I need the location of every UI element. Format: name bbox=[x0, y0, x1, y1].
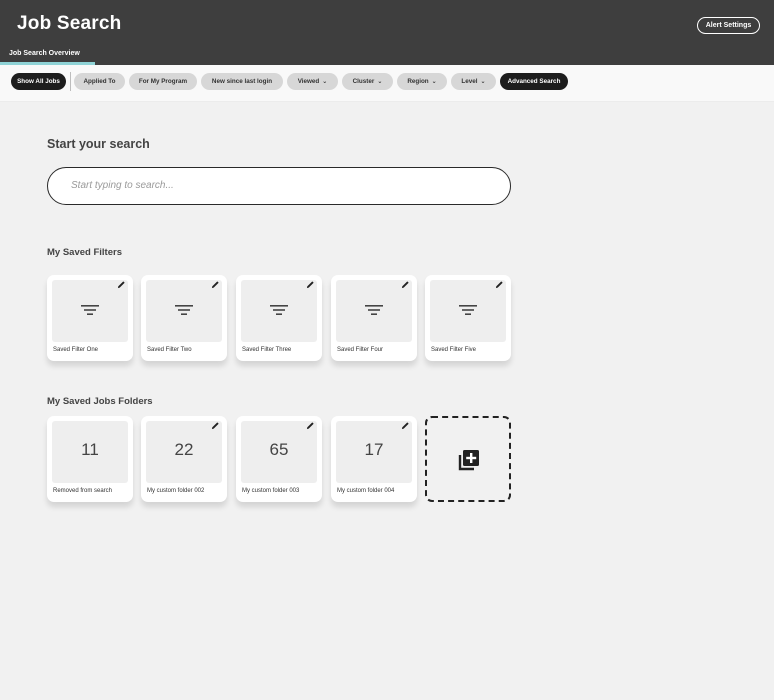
search-box[interactable] bbox=[47, 167, 511, 205]
chip-new-since-last-login[interactable]: New since last login bbox=[201, 73, 283, 90]
chevron-down-icon: ⌄ bbox=[377, 79, 383, 85]
filter-chip-bar: Show All Jobs Applied To For My Program … bbox=[0, 65, 774, 102]
chip-show-all-jobs[interactable]: Show All Jobs bbox=[11, 73, 66, 90]
pencil-icon[interactable] bbox=[306, 280, 315, 289]
chip-advanced-search[interactable]: Advanced Search bbox=[500, 73, 568, 90]
pencil-icon[interactable] bbox=[306, 421, 315, 430]
chip-viewed-dropdown[interactable]: Viewed ⌄ bbox=[287, 73, 338, 90]
saved-filter-label: Saved Filter Four bbox=[337, 347, 384, 353]
saved-filter-card[interactable]: Saved Filter Five bbox=[425, 275, 511, 361]
chip-label: Region bbox=[407, 78, 429, 85]
card-thumbnail bbox=[336, 280, 412, 342]
card-thumbnail: 17 bbox=[336, 421, 412, 483]
card-thumbnail: 11 bbox=[52, 421, 128, 483]
chip-label: New since last login bbox=[211, 78, 273, 85]
chip-region-dropdown[interactable]: Region ⌄ bbox=[397, 73, 447, 90]
chip-for-my-program[interactable]: For My Program bbox=[129, 73, 197, 90]
pencil-icon[interactable] bbox=[401, 280, 410, 289]
saved-folder-card[interactable]: 65 My custom folder 003 bbox=[236, 416, 322, 502]
saved-folder-label: Removed from search bbox=[53, 488, 113, 494]
saved-filter-card[interactable]: Saved Filter Two bbox=[141, 275, 227, 361]
pencil-icon[interactable] bbox=[401, 421, 410, 430]
card-thumbnail: 22 bbox=[146, 421, 222, 483]
folder-count: 65 bbox=[269, 440, 289, 459]
search-input[interactable] bbox=[71, 168, 491, 203]
page-title: Job Search bbox=[17, 13, 122, 34]
chevron-down-icon: ⌄ bbox=[480, 79, 486, 85]
filter-icon bbox=[81, 305, 99, 315]
saved-folder-label: My custom folder 002 bbox=[147, 488, 205, 494]
saved-folders-title: My Saved Jobs Folders bbox=[47, 396, 153, 407]
saved-folder-card[interactable]: 17 My custom folder 004 bbox=[331, 416, 417, 502]
saved-filters-title: My Saved Filters bbox=[47, 247, 122, 258]
card-thumbnail bbox=[241, 280, 317, 342]
filter-icon bbox=[365, 305, 383, 315]
saved-filter-label: Saved Filter Five bbox=[431, 347, 477, 353]
saved-folder-card[interactable]: 22 My custom folder 002 bbox=[141, 416, 227, 502]
chip-label: Applied To bbox=[83, 78, 116, 85]
saved-folder-label: My custom folder 003 bbox=[242, 488, 300, 494]
pencil-icon[interactable] bbox=[211, 421, 220, 430]
pencil-icon[interactable] bbox=[211, 280, 220, 289]
folder-count: 22 bbox=[174, 440, 194, 459]
pencil-icon[interactable] bbox=[495, 280, 504, 289]
card-thumbnail bbox=[52, 280, 128, 342]
chevron-down-icon: ⌄ bbox=[322, 79, 328, 85]
chip-label: Show All Jobs bbox=[17, 78, 60, 85]
saved-filter-label: Saved Filter Two bbox=[147, 347, 192, 353]
pencil-icon[interactable] bbox=[117, 280, 126, 289]
chip-label: Cluster bbox=[352, 78, 375, 85]
app-header: Job Search Alert Settings Job Search Ove… bbox=[0, 0, 774, 65]
chip-label: For My Program bbox=[138, 78, 188, 85]
add-to-library-icon bbox=[458, 450, 479, 471]
folder-count: 17 bbox=[364, 440, 384, 459]
chip-label: Viewed bbox=[297, 78, 320, 85]
chip-cluster-dropdown[interactable]: Cluster ⌄ bbox=[342, 73, 393, 90]
filter-icon bbox=[175, 305, 193, 315]
saved-filter-label: Saved Filter Three bbox=[242, 347, 292, 353]
tab-job-search-overview[interactable]: Job Search Overview bbox=[9, 50, 80, 57]
add-folder-button[interactable] bbox=[425, 416, 511, 502]
chip-label: Advanced Search bbox=[507, 78, 561, 85]
chevron-down-icon: ⌄ bbox=[431, 79, 437, 85]
saved-folder-card[interactable]: 11 Removed from search bbox=[47, 416, 133, 502]
filter-icon bbox=[270, 305, 288, 315]
alert-settings-button[interactable]: Alert Settings bbox=[697, 17, 760, 34]
chip-level-dropdown[interactable]: Level ⌄ bbox=[451, 73, 496, 90]
saved-filter-card[interactable]: Saved Filter Three bbox=[236, 275, 322, 361]
folder-count: 11 bbox=[81, 440, 99, 459]
saved-filter-label: Saved Filter One bbox=[53, 347, 99, 353]
card-thumbnail bbox=[430, 280, 506, 342]
card-thumbnail bbox=[146, 280, 222, 342]
card-thumbnail: 65 bbox=[241, 421, 317, 483]
chip-applied-to[interactable]: Applied To bbox=[74, 73, 125, 90]
saved-filter-card[interactable]: Saved Filter One bbox=[47, 275, 133, 361]
saved-filter-card[interactable]: Saved Filter Four bbox=[331, 275, 417, 361]
chip-divider bbox=[70, 72, 71, 91]
saved-folder-label: My custom folder 004 bbox=[337, 488, 395, 494]
search-section-title: Start your search bbox=[47, 137, 150, 151]
chip-label: Level bbox=[461, 78, 478, 85]
filter-icon bbox=[459, 305, 477, 315]
